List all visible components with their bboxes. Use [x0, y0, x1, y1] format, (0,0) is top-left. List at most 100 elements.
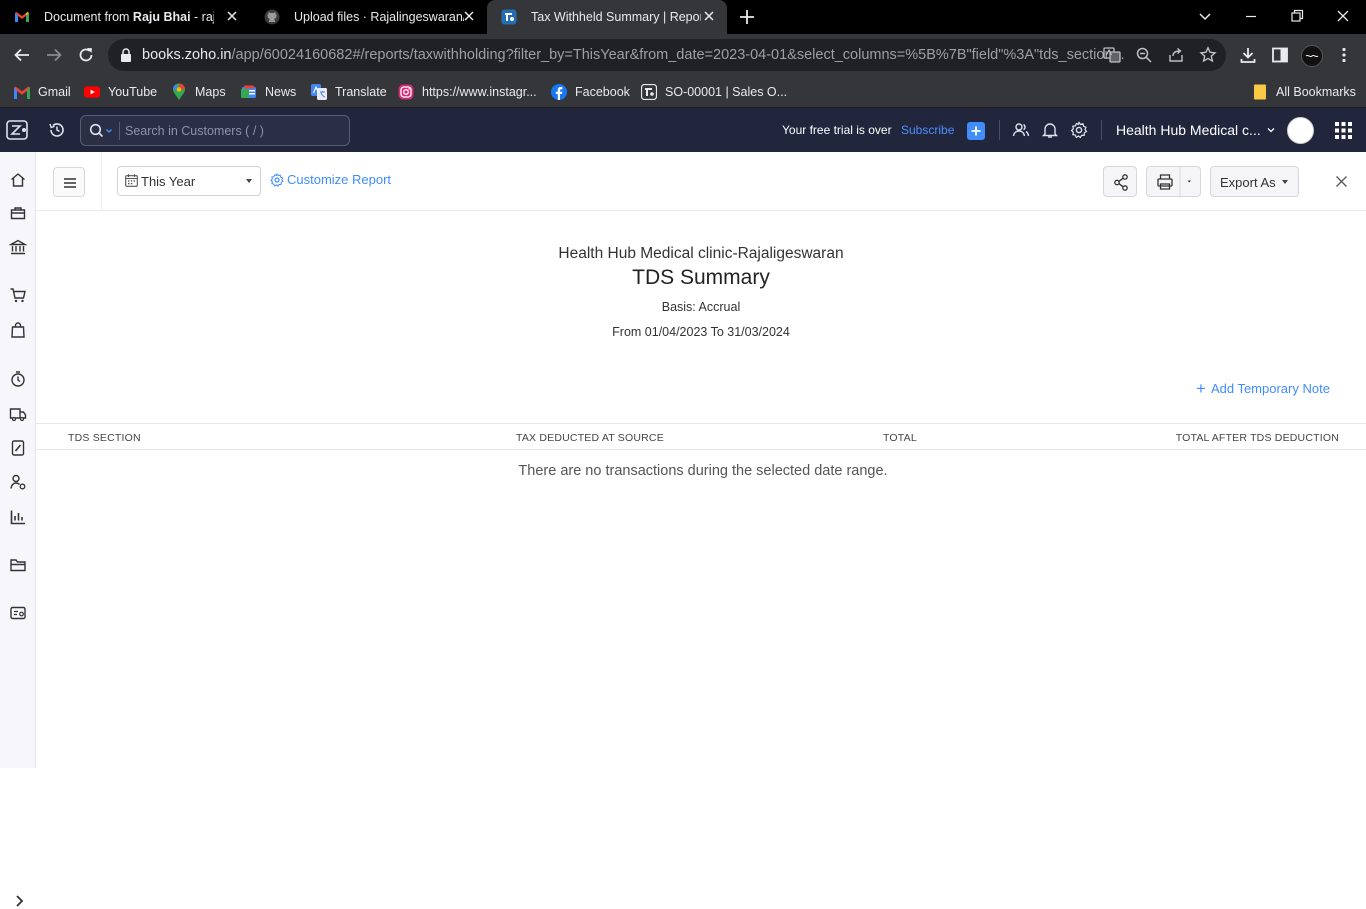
gear-icon: [270, 172, 284, 187]
translate-page-icon[interactable]: [1103, 46, 1121, 64]
purchases-bag-icon[interactable]: [9, 321, 27, 339]
gst-filing-icon[interactable]: [9, 439, 27, 457]
forward-icon[interactable]: [44, 45, 64, 65]
period-dropdown[interactable]: This Year: [117, 166, 261, 196]
search-icon[interactable]: [89, 123, 115, 139]
banking-icon[interactable]: [9, 238, 27, 256]
translate-icon: [311, 84, 327, 100]
header-divider: [1101, 120, 1102, 140]
report-date-range: From 01/04/2023 To 31/03/2024: [612, 325, 790, 339]
bookmark-maps[interactable]: Maps: [171, 82, 226, 102]
tab-title: Document from Raju Bhai - raja: [44, 10, 214, 24]
tab-title: Upload files · Rajalingeswaran/H: [294, 10, 464, 24]
documents-folder-icon[interactable]: [9, 556, 27, 574]
youtube-icon: [84, 84, 100, 100]
customize-report-link[interactable]: Customize Report: [270, 172, 391, 187]
print-button[interactable]: [1146, 166, 1201, 198]
new-tab-icon[interactable]: [738, 8, 756, 26]
hamburger-icon: [64, 178, 76, 188]
organization-title: Health Hub Medical clinic-Rajaligeswaran: [558, 245, 844, 262]
download-icon[interactable]: [1238, 45, 1258, 65]
tab-search-icon[interactable]: [1195, 6, 1215, 26]
notification-bell-icon[interactable]: [1041, 121, 1059, 139]
settings-gear-icon[interactable]: [1070, 121, 1088, 139]
report-basis: Basis: Accrual: [661, 300, 741, 314]
organization-switcher[interactable]: Health Hub Medical c...: [1116, 122, 1276, 138]
zoho-books-icon: [501, 9, 517, 25]
bookmark-gmail[interactable]: Gmail: [14, 82, 71, 102]
report-toolbar: This Year Customize Report Export As: [36, 152, 1366, 211]
empty-state-message: There are no transactions during the sel…: [518, 463, 888, 479]
export-as-button[interactable]: Export As: [1210, 166, 1299, 197]
recent-history-icon[interactable]: [48, 121, 66, 139]
github-icon: [264, 9, 280, 25]
bookmark-sales-order[interactable]: SO-00001 | Sales O...: [641, 82, 787, 102]
lock-icon[interactable]: [120, 48, 132, 62]
close-tab-icon[interactable]: [461, 8, 477, 24]
url-text[interactable]: books.zoho.in/app/60024160682#/reports/t…: [142, 47, 1125, 63]
search-input[interactable]: [125, 121, 343, 141]
reports-chart-icon[interactable]: [9, 508, 27, 526]
quick-create-button[interactable]: [967, 122, 985, 140]
expand-sidebar-chevron-icon[interactable]: [11, 893, 27, 909]
column-header-total[interactable]: TOTAL: [883, 432, 917, 444]
time-tracking-icon[interactable]: [9, 370, 27, 388]
share-icon[interactable]: [1167, 46, 1185, 64]
share-icon: [1114, 174, 1128, 191]
share-report-button[interactable]: [1103, 166, 1137, 197]
plus-icon: [971, 126, 981, 136]
left-sidebar: [0, 152, 36, 907]
chrome-menu-icon[interactable]: [1334, 45, 1354, 65]
profile-avatar-icon[interactable]: [1301, 45, 1323, 67]
subscribe-link[interactable]: Subscribe: [901, 123, 954, 137]
zoom-icon[interactable]: [1135, 46, 1153, 64]
restore-icon[interactable]: [1287, 6, 1307, 26]
bookmark-news[interactable]: News: [241, 82, 296, 102]
search-divider: [119, 122, 120, 140]
close-tab-icon[interactable]: [224, 8, 240, 24]
close-report-icon[interactable]: [1335, 175, 1348, 188]
eway-bills-truck-icon[interactable]: [9, 405, 27, 423]
header-divider: [999, 120, 1000, 140]
bookmark-youtube[interactable]: YouTube: [84, 82, 157, 102]
zoho-books-logo-icon[interactable]: [6, 118, 30, 142]
users-icon[interactable]: [1012, 121, 1030, 139]
plus-icon: +: [1196, 379, 1206, 398]
app-grid-icon[interactable]: [1335, 122, 1352, 139]
reload-icon[interactable]: [76, 45, 96, 65]
gmail-icon: [14, 84, 30, 100]
trial-status-text: Your free trial is over: [782, 123, 892, 137]
column-header-tds-section[interactable]: TDS SECTION: [68, 432, 141, 444]
close-window-icon[interactable]: [1333, 6, 1353, 26]
bookmark-star-icon[interactable]: [1199, 46, 1217, 64]
calendar-icon: [125, 174, 138, 187]
configure-features-icon[interactable]: [9, 604, 27, 622]
column-header-tax-deducted[interactable]: TAX DEDUCTED AT SOURCE: [516, 432, 664, 444]
period-value: This Year: [141, 174, 196, 189]
items-icon[interactable]: [9, 204, 27, 222]
browser-tab-gmail[interactable]: Document from Raju Bhai - raja: [0, 0, 250, 34]
browser-tab-zoho-active[interactable]: Tax Withheld Summary | Reports: [487, 0, 727, 34]
bookmark-instagram[interactable]: https://www.instagr...: [398, 82, 537, 102]
caret-down-icon: [246, 179, 252, 183]
toolbar-divider: [101, 152, 102, 211]
address-bar[interactable]: books.zoho.in/app/60024160682#/reports/t…: [108, 39, 1226, 71]
back-icon[interactable]: [12, 45, 32, 65]
home-icon[interactable]: [9, 171, 27, 189]
bookmark-facebook[interactable]: Facebook: [551, 82, 630, 102]
user-avatar[interactable]: [1287, 117, 1314, 144]
browser-tab-github[interactable]: Upload files · Rajalingeswaran/H: [250, 0, 487, 34]
all-bookmarks[interactable]: All Bookmarks: [1252, 82, 1356, 102]
gmail-icon: [14, 9, 30, 25]
accountant-icon[interactable]: [9, 473, 27, 491]
add-temporary-note-link[interactable]: + Add Temporary Note: [1196, 379, 1330, 398]
report-menu-button[interactable]: [53, 167, 85, 197]
bookmark-translate[interactable]: Translate: [311, 82, 387, 102]
minimize-icon[interactable]: [1241, 6, 1261, 26]
close-tab-icon[interactable]: [701, 8, 717, 24]
sales-cart-icon[interactable]: [9, 286, 27, 304]
side-panel-icon[interactable]: [1270, 45, 1290, 65]
column-header-total-after-tds[interactable]: TOTAL AFTER TDS DEDUCTION: [1176, 432, 1339, 444]
instagram-icon: [398, 84, 414, 100]
bookmarks-bar: Gmail YouTube Maps News Translate https:…: [0, 76, 1366, 108]
